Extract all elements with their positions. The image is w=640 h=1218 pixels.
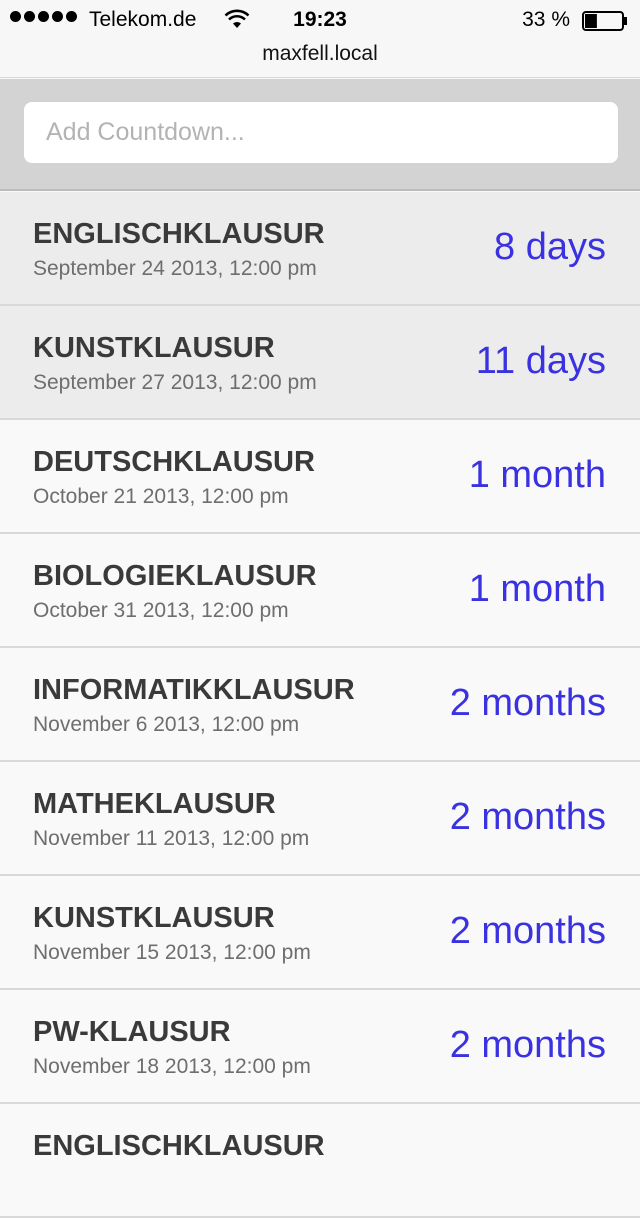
status-bar: Telekom.de 19:23 33 % xyxy=(0,0,640,40)
countdown-title: KUNSTKLAUSUR xyxy=(33,332,275,364)
url-bar[interactable]: maxfell.local xyxy=(0,40,640,78)
countdown-date: November 11 2013, 12:00 pm xyxy=(33,827,310,850)
countdown-row[interactable]: MATHEKLAUSUR November 11 2013, 12:00 pm 2 … xyxy=(0,762,640,876)
add-countdown-panel xyxy=(0,79,640,191)
countdown-remaining: 8 days xyxy=(494,226,606,268)
countdown-row[interactable]: ENGLISCHKLAUSUR xyxy=(0,1104,640,1218)
countdown-row[interactable]: PW-KLAUSUR November 18 2013, 12:00 pm 2 mo… xyxy=(0,990,640,1104)
countdown-date: September 27 2013, 12:00 pm xyxy=(33,371,317,394)
url-host: maxfell.local xyxy=(262,42,378,65)
countdown-title: ENGLISCHKLAUSUR xyxy=(33,218,325,250)
countdown-title: BIOLOGIEKLAUSUR xyxy=(33,560,317,592)
battery-icon xyxy=(582,11,627,31)
countdown-title: ENGLISCHKLAUSUR xyxy=(33,1130,325,1162)
countdown-remaining: 2 months xyxy=(449,910,606,952)
countdown-title: INFORMATIKKLAUSUR xyxy=(33,674,355,706)
countdown-title: MATHEKLAUSUR xyxy=(33,788,276,820)
countdown-title: KUNSTKLAUSUR xyxy=(33,902,275,934)
countdown-date: October 31 2013, 12:00 pm xyxy=(33,599,289,622)
countdown-row[interactable]: DEUTSCHKLAUSUR October 21 2013, 12:00 pm 1… xyxy=(0,420,640,534)
countdown-date: November 18 2013, 12:00 pm xyxy=(33,1055,311,1078)
countdown-date: November 6 2013, 12:00 pm xyxy=(33,713,300,736)
countdown-remaining: 11 days xyxy=(475,340,606,382)
countdown-date: November 15 2013, 12:00 pm xyxy=(33,941,311,964)
countdown-row[interactable]: KUNSTKLAUSUR November 15 2013, 12:00 pm 2 … xyxy=(0,876,640,990)
countdown-row[interactable]: INFORMATIKKLAUSUR November 6 2013, 12:00 … xyxy=(0,648,640,762)
countdown-row[interactable]: KUNSTKLAUSUR September 27 2013, 12:00 pm 1… xyxy=(0,306,640,420)
countdown-remaining: 2 months xyxy=(449,682,606,724)
countdown-title: DEUTSCHKLAUSUR xyxy=(33,446,315,478)
countdown-remaining: 2 months xyxy=(449,1024,606,1066)
countdown-row[interactable]: ENGLISCHKLAUSUR September 24 2013, 12:00 … xyxy=(0,192,640,306)
add-countdown-input[interactable] xyxy=(24,102,618,163)
countdown-title: PW-KLAUSUR xyxy=(33,1016,231,1048)
countdown-remaining: 1 month xyxy=(468,454,606,496)
countdown-row[interactable]: BIOLOGIEKLAUSUR October 31 2013, 12:00 pm… xyxy=(0,534,640,648)
countdown-remaining: 2 months xyxy=(449,796,606,838)
countdown-date: September 24 2013, 12:00 pm xyxy=(33,257,317,280)
countdown-remaining: 1 month xyxy=(468,568,606,610)
battery-percentage: 33 % xyxy=(522,8,570,31)
countdown-date: October 21 2013, 12:00 pm xyxy=(33,485,289,508)
countdown-list: ENGLISCHKLAUSUR September 24 2013, 12:00 … xyxy=(0,192,640,1218)
